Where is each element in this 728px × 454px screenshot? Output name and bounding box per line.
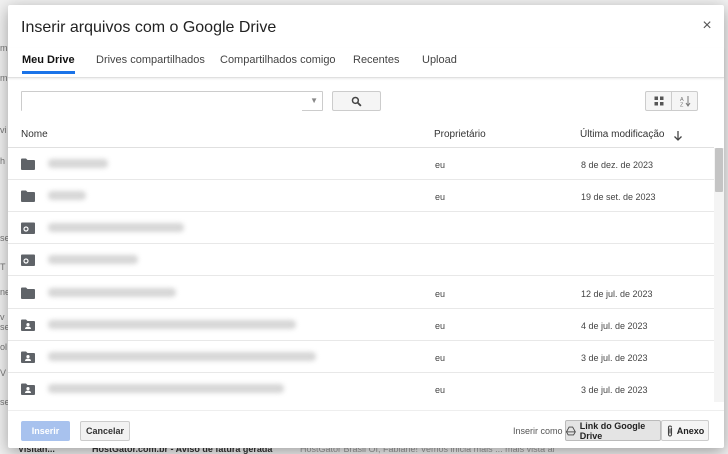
scrollbar-thumb[interactable] [715,148,723,192]
paperclip-icon [667,424,672,437]
attachment-button[interactable]: Anexo [661,420,709,441]
column-header-modified[interactable]: Última modificação [580,129,664,140]
tab-upload[interactable]: Upload [422,54,457,73]
view-toggle: A Z [645,91,698,111]
tab-bar: Meu Drive Drives compartilhados Comparti… [8,48,724,78]
folder-icon [21,190,35,202]
drive-link-label: Link do Google Drive [579,420,646,441]
sort-az-icon: A Z [680,96,691,108]
drive-link-button[interactable]: Link do Google Drive [565,420,661,441]
file-modified-date: 8 de dez. de 2023 [581,160,654,170]
insert-button[interactable]: Inserir [21,421,70,441]
bg-fragment: ol [0,342,8,352]
file-table-header: Nome Proprietário Última modificação [8,121,714,148]
shared-folder-icon [21,319,35,331]
file-modified-date: 12 de jul. de 2023 [581,289,653,299]
chevron-down-icon[interactable]: ▼ [310,96,318,105]
attachment-label: Anexo [676,425,705,436]
table-row[interactable]: eu 8 de dez. de 2023 [8,148,714,180]
file-modified-date: 3 de jul. de 2023 [581,353,648,363]
background-side-text: mi mi vi h se T ne v se ol V se [0,0,10,454]
file-modified-date: 19 de set. de 2023 [581,192,656,202]
table-row[interactable]: eu 12 de jul. de 2023 [8,277,714,309]
search-button[interactable] [332,91,381,111]
table-row[interactable] [8,212,714,244]
file-name-redacted [48,288,176,297]
file-modified-date: 4 de jul. de 2023 [581,321,648,331]
file-name-redacted [48,320,296,329]
drive-icon [566,426,576,435]
file-modified-date: 3 de jul. de 2023 [581,385,648,395]
file-name-redacted [48,255,138,264]
bg-fragment: v [0,312,5,322]
file-name-redacted [48,159,108,168]
arrow-down-icon[interactable] [673,130,683,141]
bg-fragment: V [0,368,7,378]
file-name-redacted [48,191,86,200]
svg-text:Z: Z [680,103,684,108]
folder-icon [21,287,35,299]
table-row[interactable]: eu 4 de jul. de 2023 [8,309,714,341]
grid-icon [654,96,664,106]
table-row[interactable]: eu 3 de jul. de 2023 [8,341,714,373]
file-owner: eu [435,353,446,363]
column-header-owner[interactable]: Proprietário [434,129,486,140]
file-name-redacted [48,352,316,361]
shared-folder-icon [21,383,35,395]
bg-fragment: T [0,262,6,272]
cancel-button[interactable]: Cancelar [80,421,130,441]
dialog-footer: Inserir Cancelar Inserir como Link do Go… [8,410,724,448]
shared-drive-icon [21,222,35,234]
grid-view-button[interactable] [646,92,671,110]
file-owner: eu [435,321,446,331]
google-drive-picker-dialog: Inserir arquivos com o Google Drive × Me… [8,5,724,448]
shared-drive-icon [21,254,35,266]
sort-options-button[interactable]: A Z [671,92,697,110]
close-icon[interactable]: × [700,17,714,35]
file-owner: eu [435,160,446,170]
column-header-name[interactable]: Nome [21,129,48,140]
file-list-scrollbar[interactable] [714,148,724,402]
file-name-redacted [48,384,284,393]
tab-recent[interactable]: Recentes [353,54,399,73]
table-row[interactable]: eu 3 de jul. de 2023 [8,373,714,402]
search-box: ▼ [21,91,323,111]
file-list: eu 8 de dez. de 2023 eu 19 de set. de 20… [8,148,714,402]
file-owner: eu [435,192,446,202]
file-name-redacted [48,223,184,232]
bg-fragment: vi [0,125,7,135]
folder-icon [21,158,35,170]
shared-folder-icon [21,351,35,363]
file-owner: eu [435,385,446,395]
search-icon [351,96,362,107]
insert-as-label: Inserir como [513,426,563,436]
dialog-title: Inserir arquivos com o Google Drive [21,19,277,36]
bg-fragment: h [0,156,6,166]
search-input[interactable] [22,93,302,111]
file-owner: eu [435,289,446,299]
tab-shared-drives[interactable]: Drives compartilhados [96,54,205,73]
tab-my-drive[interactable]: Meu Drive [22,54,75,74]
tab-shared-with-me[interactable]: Compartilhados comigo [220,54,336,73]
table-row[interactable] [8,244,714,276]
table-row[interactable]: eu 19 de set. de 2023 [8,180,714,212]
